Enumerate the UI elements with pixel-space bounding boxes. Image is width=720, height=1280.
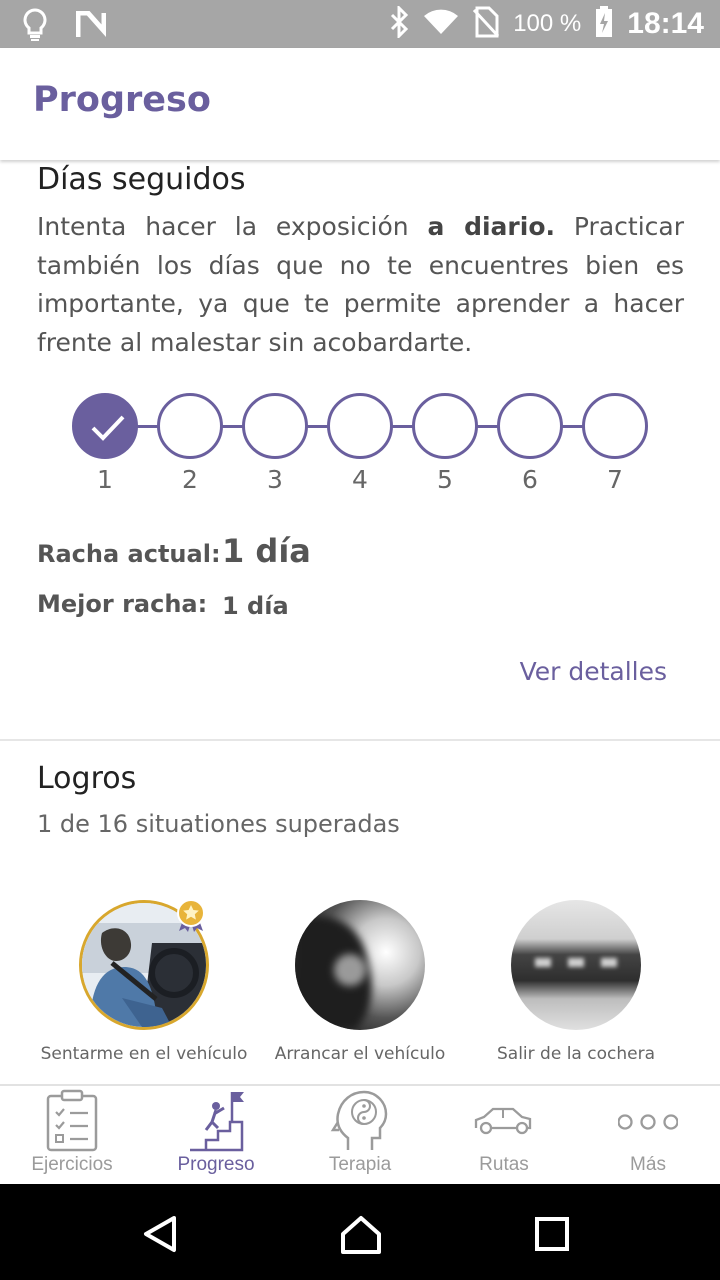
day-circle	[242, 393, 308, 459]
n-app-icon	[75, 10, 107, 43]
nav-label: Progreso	[177, 1154, 255, 1175]
best-streak-label: Mejor racha:	[37, 590, 208, 618]
day-item-5: 5	[412, 393, 478, 494]
status-bar: 100 % 18:14	[0, 0, 720, 48]
nav-item-rutas[interactable]: Rutas	[432, 1086, 576, 1186]
day-circle	[497, 393, 563, 459]
day-item-6: 6	[497, 393, 563, 494]
day-item-7: 7	[582, 393, 648, 494]
achievement-photo-start-vehicle	[295, 900, 425, 1030]
best-streak-value: 1 día	[222, 592, 289, 620]
day-circle-done	[72, 393, 138, 459]
streak-title: Días seguidos	[37, 162, 246, 197]
battery-charging-icon	[595, 6, 613, 42]
day-number: 7	[607, 465, 623, 494]
no-sim-icon	[473, 6, 500, 42]
nav-label: Terapia	[328, 1154, 392, 1175]
achievements-title: Logros	[37, 761, 137, 796]
current-streak-label: Racha actual:	[37, 540, 221, 568]
view-details-link[interactable]: Ver detalles	[520, 657, 667, 686]
achievements-subtitle: 1 de 16 situationes superadas	[37, 810, 400, 838]
wifi-icon	[423, 8, 459, 40]
clock: 18:14	[627, 7, 704, 40]
section-divider	[0, 739, 720, 741]
day-number: 3	[267, 465, 283, 494]
day-number: 4	[352, 465, 368, 494]
head-yin-yang-icon	[330, 1090, 388, 1150]
system-navigation-bar	[0, 1184, 720, 1280]
day-item-1: 1	[72, 393, 138, 494]
battery-percent: 100 %	[513, 10, 582, 37]
stairs-flag-icon	[190, 1092, 244, 1152]
bottom-navigation: Ejercicios Progreso Terapia Rutas Más	[0, 1084, 720, 1184]
more-dots-icon	[618, 1114, 678, 1130]
current-streak-value: 1 día	[222, 532, 311, 570]
day-circle	[582, 393, 648, 459]
lightbulb-icon	[22, 8, 48, 46]
car-icon	[474, 1107, 532, 1135]
progress-content[interactable]: Días seguidos Intenta hacer la exposició…	[0, 160, 720, 1084]
achievement-item[interactable]: Sentarme en el vehículo	[39, 899, 249, 1064]
nav-item-terapia[interactable]: Terapia	[288, 1086, 432, 1186]
bluetooth-icon	[389, 4, 409, 42]
achievement-label: Salir de la cochera	[497, 1044, 655, 1064]
day-number: 6	[522, 465, 538, 494]
clipboard-checklist-icon	[46, 1089, 98, 1152]
achievement-label: Sentarme en el vehículo	[40, 1044, 248, 1064]
day-item-3: 3	[242, 393, 308, 494]
nav-item-ejercicios[interactable]: Ejercicios	[0, 1086, 144, 1186]
back-icon[interactable]	[140, 1214, 180, 1254]
day-circle	[412, 393, 478, 459]
day-item-2: 2	[157, 393, 223, 494]
nav-label: Más	[630, 1154, 666, 1175]
nav-label: Ejercicios	[31, 1154, 113, 1175]
page-title: Progreso	[33, 80, 211, 120]
day-number: 5	[437, 465, 453, 494]
star-medal-icon	[177, 899, 205, 932]
day-number: 1	[97, 465, 113, 494]
streak-description: Intenta hacer la exposición a diario. Pr…	[37, 212, 684, 357]
nav-item-progreso[interactable]: Progreso	[144, 1086, 288, 1186]
achievement-photo-leave-garage	[511, 900, 641, 1030]
streak-days-tracker: 1 2 3 4 5 6 7	[72, 393, 648, 503]
day-circle	[157, 393, 223, 459]
nav-label: Rutas	[479, 1154, 529, 1175]
achievement-item-locked[interactable]: Salir de la cochera	[471, 900, 681, 1064]
achievement-item-locked[interactable]: Arrancar el vehículo	[255, 900, 465, 1064]
achievement-label: Arrancar el vehículo	[274, 1044, 446, 1064]
app-bar: Progreso	[0, 48, 720, 160]
day-number: 2	[182, 465, 198, 494]
day-circle	[327, 393, 393, 459]
home-icon[interactable]	[340, 1214, 382, 1254]
day-item-4: 4	[327, 393, 393, 494]
checkmark-icon	[91, 415, 125, 441]
nav-item-mas[interactable]: Más	[576, 1086, 720, 1186]
recents-icon[interactable]	[534, 1216, 570, 1252]
